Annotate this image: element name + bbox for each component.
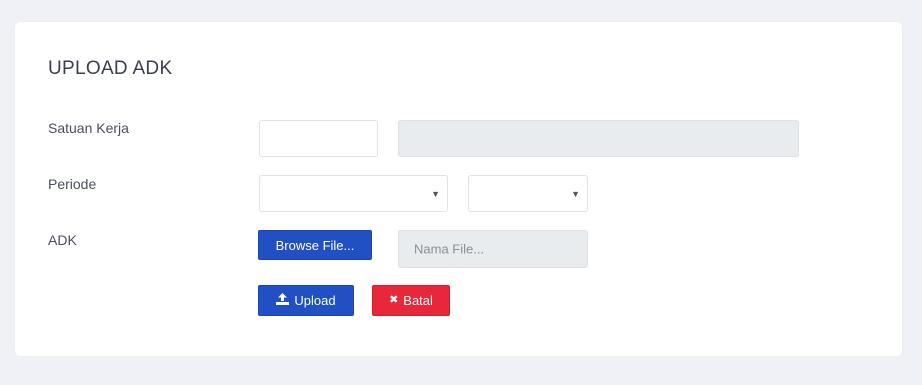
periode-label: Periode (48, 176, 97, 192)
filename-field: Nama File... (398, 230, 588, 268)
page-title: UPLOAD ADK (48, 58, 173, 79)
adk-label: ADK (48, 232, 77, 248)
cancel-label: Batal (403, 293, 433, 308)
periode-month-select[interactable]: ▼ (259, 175, 448, 212)
satker-label: Satuan Kerja (48, 120, 129, 136)
periode-year-select[interactable]: ▼ (468, 175, 588, 212)
caret-down-icon: ▼ (431, 188, 440, 199)
satker-name-field (398, 120, 799, 157)
close-icon: ✖ (389, 294, 399, 306)
upload-button[interactable]: Upload (258, 285, 354, 316)
cancel-button[interactable]: ✖ Batal (372, 285, 450, 316)
browse-file-button[interactable]: Browse File... (258, 230, 372, 260)
upload-icon (276, 293, 290, 308)
browse-file-label: Browse File... (275, 237, 355, 253)
caret-down-icon: ▼ (571, 188, 580, 199)
upload-label: Upload (294, 293, 336, 308)
filename-placeholder: Nama File... (414, 241, 485, 257)
satker-code-input[interactable] (259, 120, 378, 157)
upload-adk-card: UPLOAD ADK Satuan Kerja Periode ▼ ▼ ADK … (15, 22, 902, 356)
